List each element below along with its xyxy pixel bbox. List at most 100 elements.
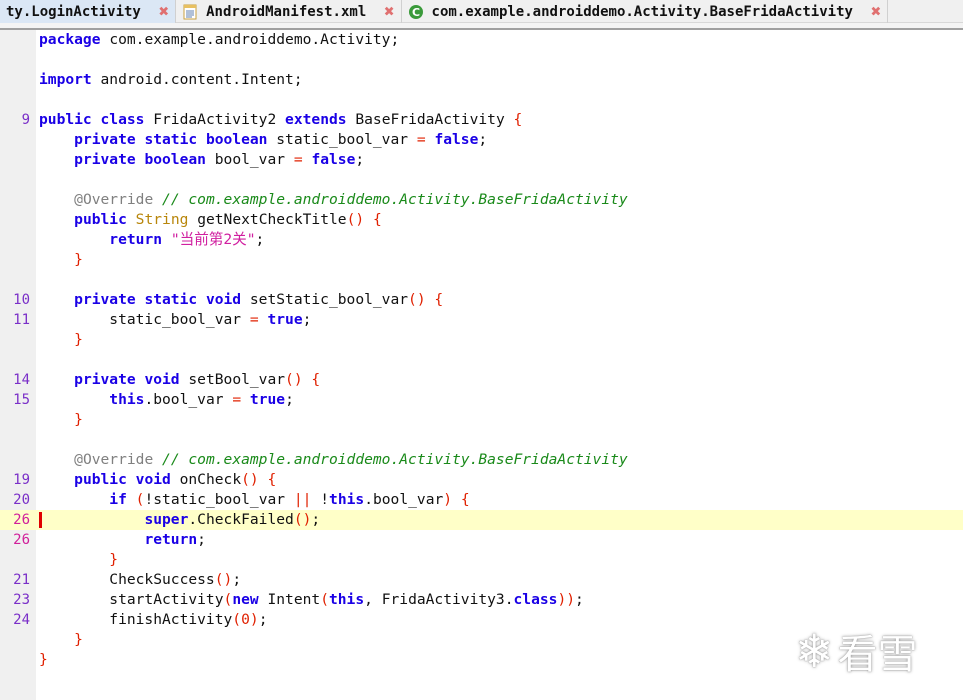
code-text: private boolean bool_var = false; [39,150,364,170]
code-token: bool_var [214,151,286,168]
code-line: 23 startActivity(new Intent(this, FridaA… [0,590,963,610]
code-token: ; [478,131,488,148]
code-token: @Override [74,451,154,468]
code-token: package [39,31,101,48]
code-token: private static boolean [74,131,268,148]
close-tab-icon[interactable]: ✖ [871,2,881,22]
code-line: 10 private static void setStatic_bool_va… [0,290,963,310]
code-text: } [39,410,83,430]
code-line: @Override // com.example.androiddemo.Act… [0,190,963,210]
code-token: } [74,411,83,428]
code-text: super.CheckFailed(); [39,510,320,530]
code-token: public void [74,471,171,488]
code-token: } [39,651,48,668]
code-token: 0 [241,611,250,628]
code-token: ; [197,531,206,548]
line-number: 15 [13,392,30,408]
code-token: false [434,131,479,148]
class-c-icon: C [408,4,424,20]
editor-tab[interactable]: ty.LoginActivity ✖ [0,0,177,23]
code-line: import android.content.Intent; [0,70,963,90]
code-text: this.bool_var = true; [39,390,294,410]
code-token: } [74,631,83,648]
code-token: || [293,491,312,508]
line-number: 9 [21,112,30,128]
code-token: public class [39,111,145,128]
code-line: 19 public void onCheck() { [0,470,963,490]
code-text: public class FridaActivity2 extends Base… [39,110,522,130]
code-token: return [109,231,163,248]
code-token: , FridaActivity3. [364,591,514,608]
code-editor[interactable]: package com.example.androiddemo.Activity… [0,30,963,670]
code-token: { [460,491,470,508]
editor-tab[interactable]: Ccom.example.androiddemo.Activity.BaseFr… [402,0,889,23]
code-line: private static boolean static_bool_var =… [0,130,963,150]
close-tab-icon[interactable]: ✖ [384,2,394,22]
code-token: // com.example.androiddemo.Activity.Base… [162,451,628,468]
code-token: setBool_var [188,371,286,388]
code-token: () [214,571,233,588]
code-line: 14 private void setBool_var() { [0,370,963,390]
code-line: @Override // com.example.androiddemo.Act… [0,450,963,470]
code-token: } [74,251,83,268]
line-number: 26 [13,512,30,528]
code-text: public String getNextCheckTitle() { [39,210,382,230]
code-token: ( [232,611,242,628]
code-token: @Override [74,191,154,208]
code-token: () [285,371,303,388]
code-token: // com.example.androiddemo.Activity.Base… [162,191,628,208]
code-token: startActivity [39,591,224,608]
code-token: private static void [74,291,242,308]
editor-tab[interactable]: AndroidManifest.xml ✖ [176,0,402,23]
code-text: private static boolean static_bool_var =… [39,130,487,150]
code-token: ; [575,591,584,608]
code-token: finishActivity [39,611,233,628]
code-token: )) [557,591,576,608]
line-number: 11 [13,312,30,328]
code-token: { [434,291,444,308]
code-text: } [39,630,83,650]
code-text: @Override // com.example.androiddemo.Act… [39,450,628,470]
code-token: { [311,371,321,388]
watermark-logo: ❄ 看雪 [795,622,918,680]
code-line: 11 static_bool_var = true; [0,310,963,330]
code-line: 26 super.CheckFailed(); [0,510,963,530]
code-token: ( [320,591,329,608]
tab-label: com.example.androiddemo.Activity.BaseFri… [431,3,853,20]
code-token: .bool_var [364,491,444,508]
code-line: private boolean bool_var = false; [0,150,963,170]
code-token: setStatic_bool_var [249,291,409,308]
code-token: true [249,391,286,408]
code-token: { [513,111,523,128]
tab-label: ty.LoginActivity [6,3,141,20]
xml-file-icon [182,4,198,20]
code-text: return "当前第2关"; [39,230,264,250]
code-text: CheckSuccess(); [39,570,241,590]
code-token: } [109,551,119,568]
line-number: 26 [13,532,30,548]
code-text: finishActivity(0); [39,610,267,630]
code-token: false [311,151,356,168]
code-token: ( [223,591,233,608]
code-text: return; [39,530,206,550]
code-token: getNextCheckTitle [197,211,347,228]
code-token: ; [311,511,321,528]
code-text: } [39,250,83,270]
code-token: android.content.Intent; [100,71,303,88]
code-token: ) [249,611,259,628]
code-token: onCheck [179,471,242,488]
close-tab-icon[interactable]: ✖ [159,2,169,22]
line-number: 19 [13,472,30,488]
code-token: this [109,391,145,408]
code-token: ; [302,311,312,328]
